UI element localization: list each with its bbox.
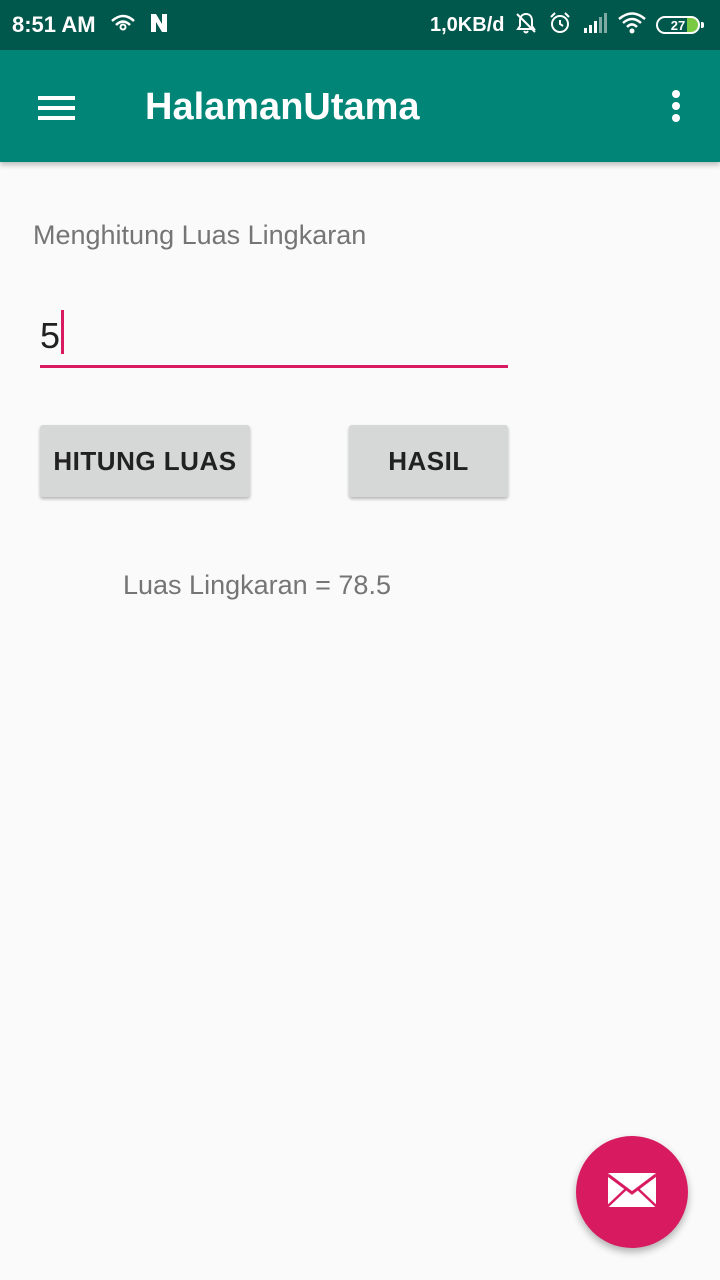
battery-icon: 27 [656, 16, 704, 34]
overflow-dot [672, 90, 680, 98]
wifi-eye-icon [110, 13, 136, 38]
silent-bell-icon [514, 11, 538, 40]
network-speed: 1,0KB/d [430, 14, 505, 36]
radius-input-value[interactable]: 5 [40, 310, 65, 358]
status-left-icons [110, 13, 170, 37]
battery-tip [701, 22, 704, 28]
more-vert-icon[interactable] [652, 80, 700, 132]
overflow-dot [672, 114, 680, 122]
status-right-icons: 27 [514, 11, 704, 40]
hasil-button[interactable]: HASIL [349, 425, 508, 497]
radius-input-text: 5 [40, 315, 61, 356]
wifi-icon [618, 11, 646, 39]
n-notification-icon [148, 12, 170, 39]
page-heading: Menghitung Luas Lingkaran [33, 220, 367, 250]
signal-icon [582, 12, 608, 38]
radius-input[interactable]: 5 [40, 306, 508, 368]
email-fab-button[interactable] [576, 1136, 688, 1248]
status-bar: 8:51 AM 1,0KB/d 27 [0, 0, 720, 50]
app-bar: HalamanUtama [0, 50, 720, 162]
result-text: Luas Lingkaran = 78.5 [123, 570, 391, 600]
status-time: 8:51 AM [12, 12, 96, 37]
alarm-icon [548, 11, 572, 40]
hamburger-menu-icon[interactable] [24, 78, 88, 134]
hitung-luas-button[interactable]: HITUNG LUAS [40, 425, 250, 497]
menu-bar-top [38, 96, 75, 100]
menu-bar-middle [38, 106, 75, 110]
battery-level: 27 [670, 17, 686, 33]
email-icon [607, 1172, 657, 1213]
menu-bar-bottom [38, 116, 75, 120]
text-caret [61, 310, 65, 354]
screen: 8:51 AM 1,0KB/d 27 HalamanUtama Menghitu… [0, 0, 720, 1280]
app-title: HalamanUtama [145, 86, 420, 128]
overflow-dot [672, 102, 680, 110]
